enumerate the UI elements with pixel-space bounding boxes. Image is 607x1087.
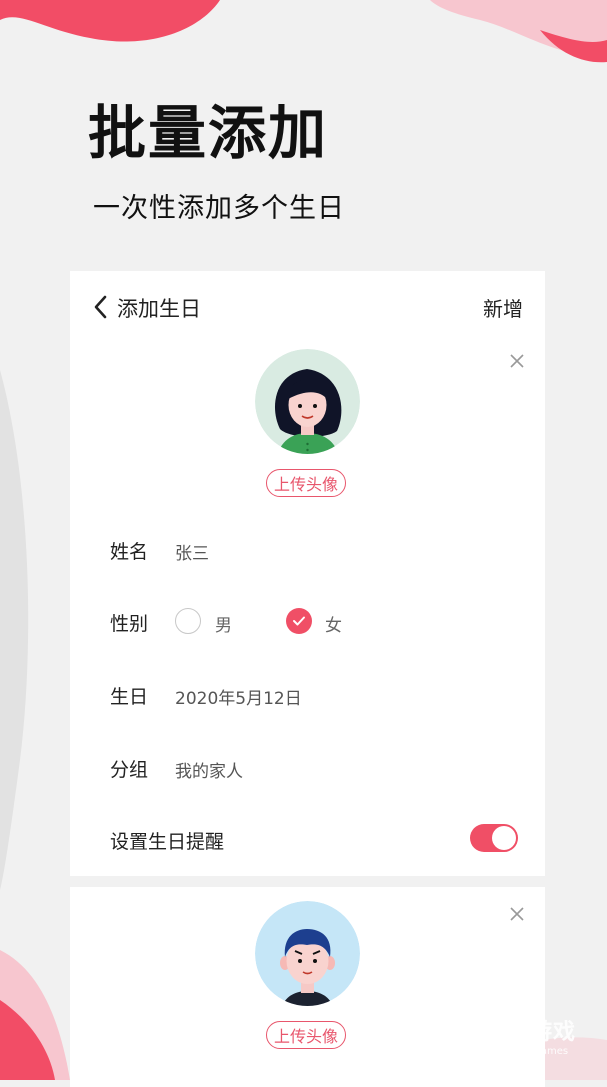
watermark-logo-icon [434, 1016, 474, 1053]
female-avatar-icon [255, 349, 360, 454]
add-new-button[interactable]: 新增 [483, 293, 523, 322]
watermark: 仍玩游戏 Rengwan Games [432, 1014, 576, 1057]
gender-option-male-label: 男 [215, 616, 232, 636]
male-avatar-icon [255, 901, 360, 1006]
group-field[interactable]: 我的家人 [175, 757, 243, 782]
birthday-form-card-2: 上传头像 [70, 887, 545, 1087]
page-subheadline: 一次性添加多个生日 [93, 193, 345, 224]
watermark-sub-text: Rengwan Games [484, 1046, 569, 1057]
birthday-form-card: 添加生日 新增 上传头像 姓名 张三 性别 男 女 生日 2020年5月12日 … [70, 271, 545, 876]
birthday-label: 生日 [110, 686, 149, 708]
watermark-main-text: 仍玩游戏 [484, 1020, 577, 1045]
gender-radio-female[interactable] [286, 608, 312, 634]
upload-avatar-button-2[interactable]: 上传头像 [266, 1021, 346, 1049]
name-field[interactable]: 张三 [175, 539, 209, 564]
reminder-label: 设置生日提醒 [110, 831, 225, 853]
avatar-2[interactable] [255, 901, 360, 1006]
gender-label: 性别 [110, 613, 149, 635]
screen-title: 添加生日 [117, 297, 201, 321]
reminder-toggle[interactable] [470, 824, 518, 852]
name-label: 姓名 [110, 541, 149, 563]
birthday-field[interactable]: 2020年5月12日 [175, 684, 302, 709]
upload-avatar-button[interactable]: 上传头像 [266, 469, 346, 497]
chevron-left-icon [94, 295, 107, 319]
back-button[interactable] [88, 293, 114, 321]
avatar[interactable] [255, 349, 360, 454]
checkmark-icon [293, 616, 305, 626]
toggle-knob [492, 826, 516, 850]
gender-option-female-label: 女 [325, 616, 342, 636]
remove-entry-button[interactable] [507, 351, 527, 371]
page-headline: 批量添加 [88, 99, 329, 167]
close-icon [510, 354, 524, 368]
gender-radio-male[interactable] [175, 608, 201, 634]
remove-entry-button-2[interactable] [507, 904, 527, 924]
close-icon [510, 907, 524, 921]
group-label: 分组 [110, 759, 149, 781]
